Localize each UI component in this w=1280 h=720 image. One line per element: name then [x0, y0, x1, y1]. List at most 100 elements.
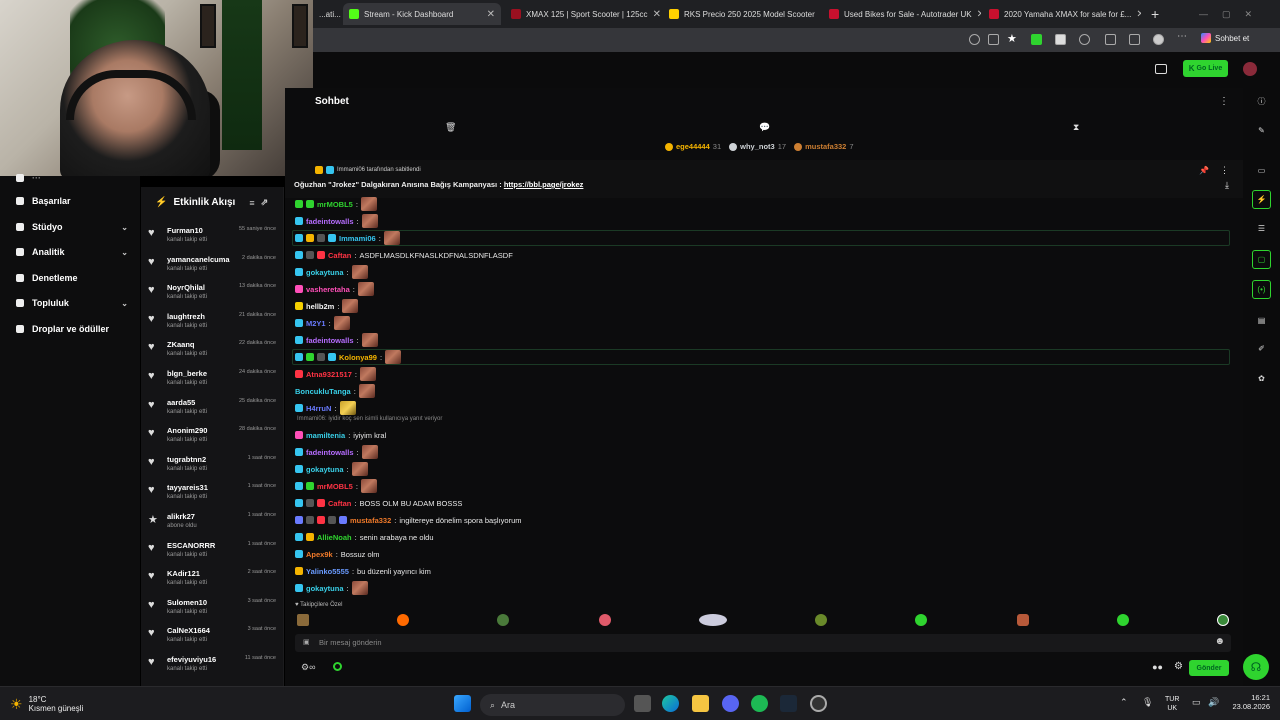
extensions-puzzle-icon[interactable]: [1105, 34, 1116, 45]
obs-icon[interactable]: [810, 695, 827, 712]
close-icon[interactable]: ✕: [820, 9, 821, 20]
wrench-tool-icon[interactable]: ✐: [1256, 344, 1267, 355]
activity-username[interactable]: NoyrQhilal: [167, 283, 205, 292]
edit-icon[interactable]: ✎: [1256, 126, 1267, 137]
leaderboard-entry[interactable]: mustafa332 7: [794, 142, 854, 151]
chat-username[interactable]: gokaytuna: [306, 465, 344, 474]
chat-message[interactable]: Caftan: ASDFLMASDLKFNASLKDFNALSDNFLASDF: [295, 247, 513, 263]
edge-browser-icon[interactable]: [662, 695, 679, 712]
chat-username[interactable]: H4rruN: [306, 404, 331, 413]
chat-bubble-icon[interactable]: 💬: [759, 122, 770, 133]
copilot-chat-button[interactable]: Sohbet et: [1201, 33, 1249, 43]
chat-emote-icon[interactable]: [383, 231, 400, 245]
browser-tab-active[interactable]: Stream - Kick Dashboard ✕: [343, 3, 501, 25]
activity-row[interactable]: ♥ tayyareis31 kanalı takip etti 1 saat önce: [148, 482, 278, 510]
info-icon[interactable]: ⓘ: [1256, 96, 1267, 107]
send-button[interactable]: Gönder: [1189, 660, 1229, 676]
chat-username[interactable]: mustafa332: [350, 516, 391, 525]
activity-row[interactable]: ♥ ZKaanq kanalı takip etti 22 dakika önce: [148, 339, 278, 367]
emote-icon[interactable]: [297, 614, 309, 626]
activity-row[interactable]: ♥ ESCANORRR kanalı takip etti 1 saat önce: [148, 540, 278, 568]
chat-input[interactable]: ▣ Bir mesaj gönderin ☻: [295, 634, 1231, 652]
kick-status-icon[interactable]: [333, 662, 342, 671]
chat-message[interactable]: fadeintowalls:: [295, 332, 378, 348]
language-indicator[interactable]: TUR UK: [1165, 695, 1179, 713]
sidebar-item-1[interactable]: Stüdyo ⌄: [16, 222, 128, 232]
minimize-icon[interactable]: —: [1199, 9, 1208, 19]
slow-mode-icon[interactable]: ⧗: [1073, 122, 1079, 133]
close-icon[interactable]: ✕: [977, 9, 981, 20]
list-icon[interactable]: ☰: [1256, 224, 1267, 235]
maximize-icon[interactable]: ▢: [1222, 9, 1231, 20]
popout-icon[interactable]: ⇗: [261, 197, 269, 208]
sidebar-item-3[interactable]: Denetleme: [16, 273, 128, 283]
chat-emote-icon[interactable]: [360, 197, 377, 211]
chat-message[interactable]: gokaytuna:: [295, 264, 368, 280]
browser-tab[interactable]: ...ati... ✕: [313, 3, 341, 25]
chat-emote-icon[interactable]: [385, 350, 402, 364]
pin-icon[interactable]: 📌: [1199, 166, 1209, 175]
chat-message[interactable]: vasheretaha:: [295, 281, 374, 297]
chevron-down-icon[interactable]: ⌄: [121, 223, 128, 232]
close-icon[interactable]: ✕: [487, 9, 495, 20]
chat-emote-icon[interactable]: [333, 316, 350, 330]
user-avatar[interactable]: [1243, 62, 1257, 76]
chat-emote-icon[interactable]: [351, 265, 368, 279]
steam-icon[interactable]: [780, 695, 797, 712]
code-icon[interactable]: (•): [1252, 280, 1271, 299]
sidebar-item-0[interactable]: Başarılar: [16, 196, 128, 206]
activity-row[interactable]: ★ alikrk27 abone oldu 1 saat önce: [148, 511, 278, 539]
chat-message[interactable]: gokaytuna:: [295, 580, 368, 596]
expand-down-icon[interactable]: ⤓: [1225, 180, 1229, 191]
volume-icon[interactable]: 🔊: [1208, 697, 1219, 708]
chat-username[interactable]: Apex9k: [306, 550, 333, 559]
hand-emote-icon[interactable]: [599, 614, 611, 626]
activity-username[interactable]: tayyareis31: [167, 483, 208, 492]
new-tab-button[interactable]: +: [1145, 3, 1165, 25]
chat-message[interactable]: H4rruN:: [295, 400, 356, 416]
settings-gear-icon[interactable]: ⚙: [1174, 661, 1183, 672]
window-controls[interactable]: — ▢ ✕: [1193, 3, 1273, 25]
chat-username[interactable]: mrMOBL5: [317, 482, 353, 491]
frog-emote-icon[interactable]: [497, 614, 509, 626]
taskbar-search[interactable]: ⌕ Ara: [480, 694, 625, 716]
chat-emote-icon[interactable]: [357, 282, 374, 296]
kick-emote-icon[interactable]: [915, 614, 927, 626]
microphone-icon[interactable]: 🎙: [1142, 697, 1153, 708]
sidebar-item-2[interactable]: Analitik ⌄: [16, 247, 128, 257]
chat-message[interactable]: mrMOBL5:: [295, 478, 377, 494]
theater-mode-icon[interactable]: [1155, 64, 1167, 74]
chat-message[interactable]: AllieNoah: senin arabaya ne oldu: [295, 529, 434, 545]
face-emote-icon[interactable]: [1017, 614, 1029, 626]
emoji-icon[interactable]: ☻: [1214, 636, 1225, 647]
go-live-button[interactable]: K Go Live: [1183, 60, 1228, 77]
chat-username[interactable]: mrMOBL5: [317, 200, 353, 209]
chat-username[interactable]: Immami06: [339, 234, 376, 243]
chat-users-icon[interactable]: ●●: [1152, 662, 1163, 672]
chat-emote-icon[interactable]: [361, 214, 378, 228]
weather-widget[interactable]: ☀ 18°C Kısmen güneşli: [10, 695, 83, 713]
chat-username[interactable]: Caftan: [328, 251, 351, 260]
chat-emote-icon[interactable]: [342, 299, 359, 313]
sync-icon[interactable]: [1079, 34, 1090, 45]
browser-tab[interactable]: RKS Precio 250 2025 Model Scooter ✕: [663, 3, 821, 25]
activity-row[interactable]: ♥ efeviyuviyu16 kanalı takip etti 11 saat ö…: [148, 654, 278, 682]
extension-icon[interactable]: [1055, 34, 1066, 45]
extension-kick-icon[interactable]: [1031, 34, 1042, 45]
file-explorer-icon[interactable]: [692, 695, 709, 712]
activity-row[interactable]: ♥ yamancanelcuma kanalı takip etti 2 dakika…: [148, 254, 278, 282]
help-support-button[interactable]: ☊: [1243, 654, 1269, 680]
profile-avatar-icon[interactable]: [1153, 34, 1164, 45]
sidebar-item-5[interactable]: Droplar ve ödüller: [16, 324, 128, 334]
activity-row[interactable]: ♥ NoyrQhilal kanalı takip etti 13 dakika ön…: [148, 282, 278, 310]
chat-panel-icon[interactable]: ▢: [1252, 250, 1271, 269]
chat-username[interactable]: hellb2m: [306, 302, 334, 311]
globe-emote-icon[interactable]: [1217, 614, 1229, 626]
task-view-icon[interactable]: [634, 695, 651, 712]
chat-message[interactable]: BoncukluTanga:: [295, 383, 375, 399]
activity-username[interactable]: aarda55: [167, 398, 195, 407]
car-emote-icon[interactable]: [699, 614, 727, 626]
pinned-link[interactable]: https://bbl.page/jrokez: [504, 180, 584, 189]
chat-message[interactable]: gokaytuna:: [295, 461, 368, 477]
activity-username[interactable]: alikrk27: [167, 512, 195, 521]
